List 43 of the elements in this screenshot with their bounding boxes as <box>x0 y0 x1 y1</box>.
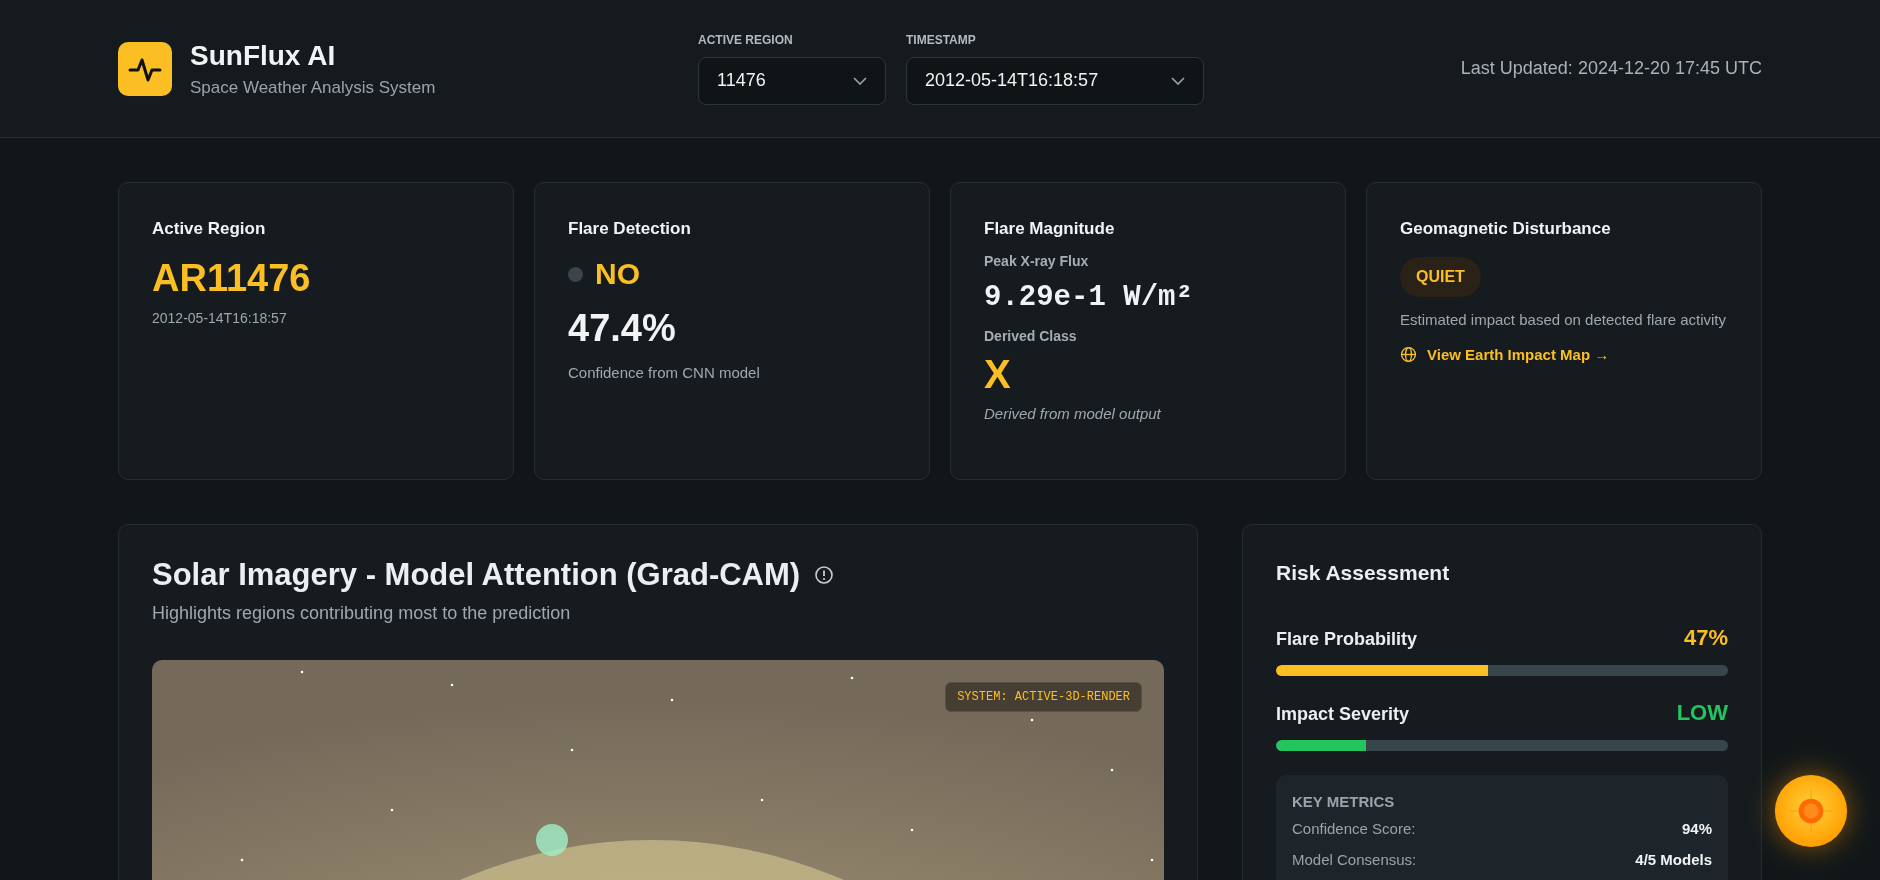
risk-title: Risk Assessment <box>1276 561 1451 585</box>
bar-reading: 47% <box>1683 625 1728 651</box>
app-title: SunFlux AI <box>190 39 337 72</box>
metric-label: Model Consensus: <box>1292 851 1417 868</box>
metric-value: 94% <box>1681 820 1712 837</box>
metric-label: Confidence Score: <box>1292 820 1416 837</box>
confidence-percent: 47.4% <box>568 307 677 350</box>
select-label: ACTIVE REGION <box>698 32 794 47</box>
impact-description: Estimated impact based on detected flare activity <box>1400 310 1727 330</box>
card-title: Active Region <box>152 219 267 239</box>
chevron-down-icon <box>1171 76 1185 85</box>
system-badge: SYSTEM: ACTIVE-3D-RENDER <box>945 682 1142 712</box>
app-subtitle: Space Weather Analysis System <box>190 77 436 98</box>
imagery-subtitle: Highlights regions contributing most to the prediction <box>152 603 572 624</box>
metric-value: 4/5 Models <box>1635 851 1712 868</box>
sun-button-icon[interactable] <box>1773 773 1849 849</box>
metrics-title: KEY METRICS <box>1292 793 1396 810</box>
chevron-down-icon <box>853 76 867 85</box>
dropdown-field[interactable]: 11476 <box>698 56 886 105</box>
flux-value: 9.29e-1 W/m² <box>984 281 1194 314</box>
bar-label: Impact Severity <box>1276 704 1410 725</box>
select-label: TIMESTAMP <box>906 32 977 47</box>
class-label: Derived Class <box>984 328 1078 344</box>
bar-label: Flare Probability <box>1276 629 1418 650</box>
region-value: AR11476 <box>152 257 312 300</box>
detection-answer: NO <box>595 257 640 291</box>
impact-map-link[interactable]: View Earth Impact Map → <box>1400 346 1610 363</box>
pulse-logo-icon <box>118 41 172 96</box>
bar-reading: LOW <box>1676 700 1728 726</box>
class-note: Derived from model output <box>984 405 1162 422</box>
info-icon[interactable] <box>814 565 835 585</box>
globe-icon <box>1400 346 1417 363</box>
flux-label: Peak X-ray Flux <box>984 253 1090 269</box>
card-title: Flare Magnitude <box>984 219 1116 239</box>
card-title: Flare Detection <box>568 219 692 239</box>
flare-class: X <box>984 352 1012 397</box>
dropdown-field[interactable]: 2012-05-14T16:18:57 <box>906 56 1204 105</box>
confidence-caption: Confidence from CNN model <box>568 363 761 383</box>
status-badge: QUIET <box>1400 257 1481 297</box>
last-updated-text: Last Updated: 2024-12-20 17:45 UTC <box>1460 58 1762 79</box>
imagery-title: Solar Imagery - Model Attention (Grad-CAM) <box>152 557 801 593</box>
card-title: Geomagnetic Disturbance <box>1400 219 1612 239</box>
region-timestamp: 2012-05-14T16:18:57 <box>152 310 288 326</box>
